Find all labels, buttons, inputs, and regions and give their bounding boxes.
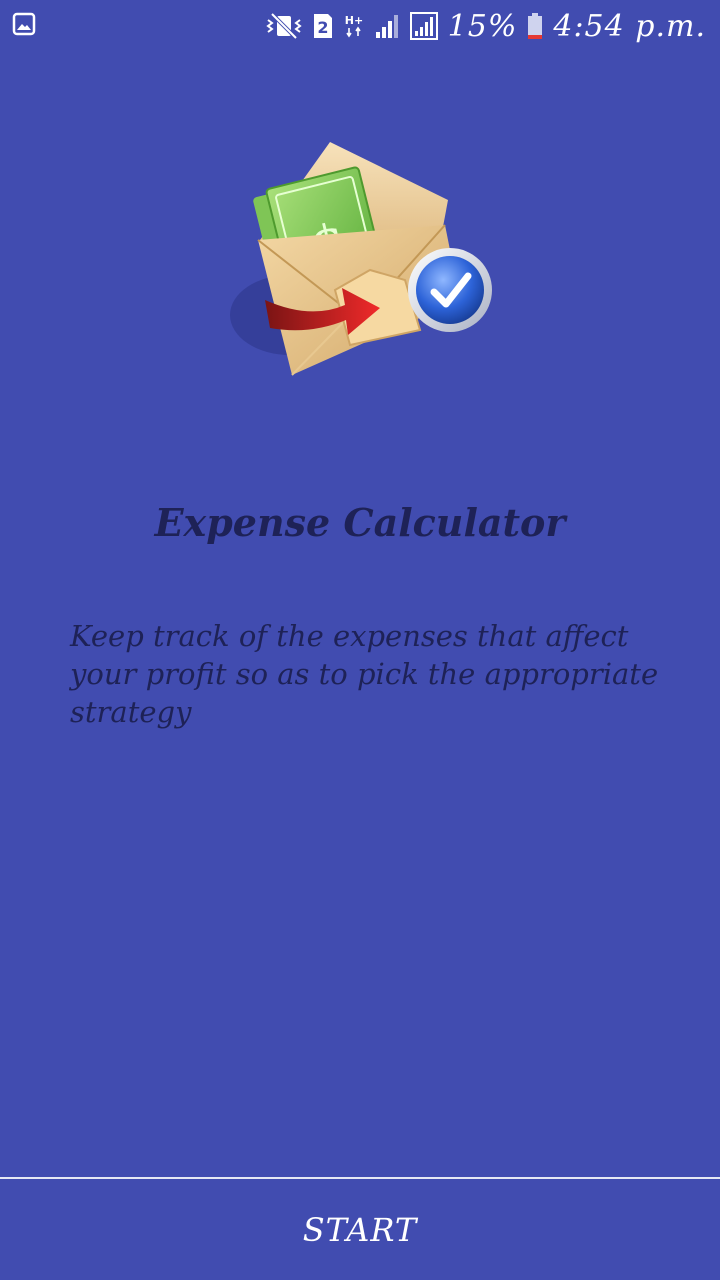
hplus-data-icon: H+ [344, 12, 364, 40]
start-button[interactable]: START [0, 1180, 720, 1280]
start-button-label: START [302, 1211, 418, 1249]
svg-text:2: 2 [317, 18, 328, 37]
status-bar: 2 H+ 15% 4:54 p.m. [0, 0, 720, 50]
signal-icon [374, 12, 400, 40]
envelope-money-checkmark-logo: $ [220, 130, 510, 390]
app-title: Expense Calculator [154, 500, 566, 545]
vibrate-icon [266, 12, 302, 40]
battery-icon [527, 12, 543, 40]
status-icons: 2 H+ 15% 4:54 p.m. [266, 6, 706, 46]
footer-divider [0, 1177, 720, 1179]
svg-text:H+: H+ [344, 14, 362, 27]
signal-icon-2 [409, 12, 438, 40]
sim-2-icon: 2 [312, 12, 334, 40]
app-description: Keep track of the expenses that affect y… [70, 619, 659, 729]
battery-percent: 15% [447, 8, 518, 44]
image-notification-icon [12, 12, 36, 36]
clock: 4:54 p.m. [553, 8, 706, 44]
